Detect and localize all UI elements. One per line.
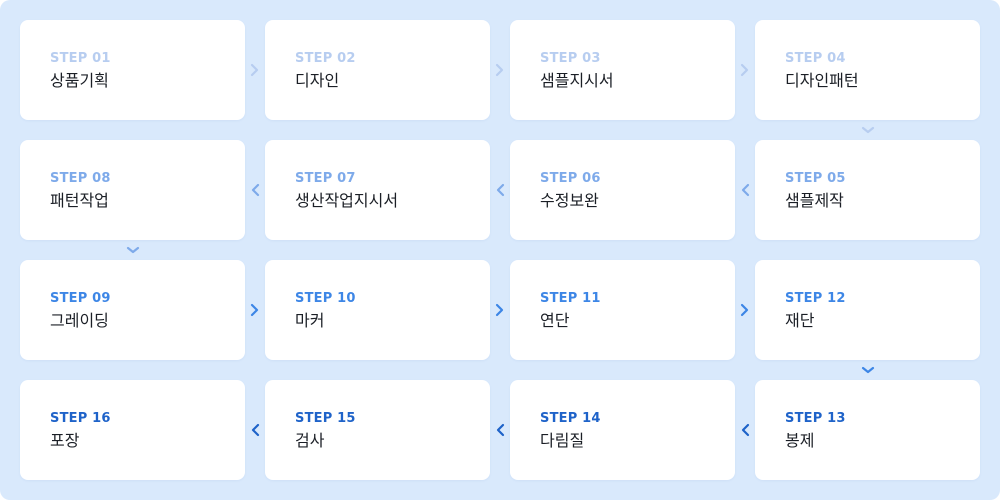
chevron-left-icon (246, 421, 264, 439)
step-number: STEP 11 (540, 291, 601, 306)
step-number: STEP 06 (540, 171, 601, 186)
step-title: 패턴작업 (50, 191, 109, 210)
step-card: STEP 04 디자인패턴 (755, 20, 980, 120)
chevron-left-icon (491, 421, 509, 439)
step-card: STEP 05 샘플제작 (755, 140, 980, 240)
chevron-right-icon (246, 301, 264, 319)
step-number: STEP 03 (540, 51, 601, 66)
step-number: STEP 12 (785, 291, 846, 306)
chevron-down-icon (859, 121, 877, 139)
step-number: STEP 05 (785, 171, 846, 186)
step-card: STEP 09 그레이딩 (20, 260, 245, 360)
step-card: STEP 11 연단 (510, 260, 735, 360)
step-card: STEP 08 패턴작업 (20, 140, 245, 240)
step-title: 연단 (540, 311, 570, 330)
step-title: 생산작업지시서 (295, 191, 399, 210)
step-title: 상품기획 (50, 71, 109, 90)
step-number: STEP 10 (295, 291, 356, 306)
chevron-left-icon (246, 181, 264, 199)
chevron-left-icon (491, 181, 509, 199)
chevron-left-icon (736, 181, 754, 199)
chevron-left-icon (736, 421, 754, 439)
step-title: 검사 (295, 431, 325, 450)
step-title: 포장 (50, 431, 80, 450)
chevron-right-icon (736, 301, 754, 319)
step-number: STEP 16 (50, 411, 111, 426)
step-title: 재단 (785, 311, 815, 330)
step-number: STEP 08 (50, 171, 111, 186)
step-title: 디자인패턴 (785, 71, 859, 90)
step-number: STEP 04 (785, 51, 846, 66)
step-title: 마커 (295, 311, 325, 330)
step-card: STEP 16 포장 (20, 380, 245, 480)
step-number: STEP 01 (50, 51, 111, 66)
chevron-down-icon (859, 361, 877, 379)
chevron-right-icon (491, 61, 509, 79)
step-card: STEP 15 검사 (265, 380, 490, 480)
step-card: STEP 06 수정보완 (510, 140, 735, 240)
chevron-right-icon (736, 61, 754, 79)
step-title: 샘플제작 (785, 191, 844, 210)
step-number: STEP 07 (295, 171, 356, 186)
step-number: STEP 15 (295, 411, 356, 426)
step-title: 그레이딩 (50, 311, 109, 330)
step-card: STEP 02 디자인 (265, 20, 490, 120)
step-card: STEP 10 마커 (265, 260, 490, 360)
step-number: STEP 14 (540, 411, 601, 426)
step-card: STEP 07 생산작업지시서 (265, 140, 490, 240)
step-number: STEP 13 (785, 411, 846, 426)
chevron-right-icon (491, 301, 509, 319)
step-number: STEP 02 (295, 51, 356, 66)
step-title: 다림질 (540, 431, 585, 450)
step-card: STEP 01 상품기획 (20, 20, 245, 120)
step-number: STEP 09 (50, 291, 111, 306)
step-title: 봉제 (785, 431, 815, 450)
chevron-right-icon (246, 61, 264, 79)
chevron-down-icon (124, 241, 142, 259)
step-card: STEP 03 샘플지시서 (510, 20, 735, 120)
step-card: STEP 13 봉제 (755, 380, 980, 480)
step-card: STEP 12 재단 (755, 260, 980, 360)
step-title: 샘플지시서 (540, 71, 614, 90)
step-card: STEP 14 다림질 (510, 380, 735, 480)
process-flow-board: STEP 01 상품기획 STEP 02 디자인 STEP 03 샘플지시서 STEP 04… (0, 0, 1000, 500)
step-title: 디자인 (295, 71, 340, 90)
step-title: 수정보완 (540, 191, 599, 210)
